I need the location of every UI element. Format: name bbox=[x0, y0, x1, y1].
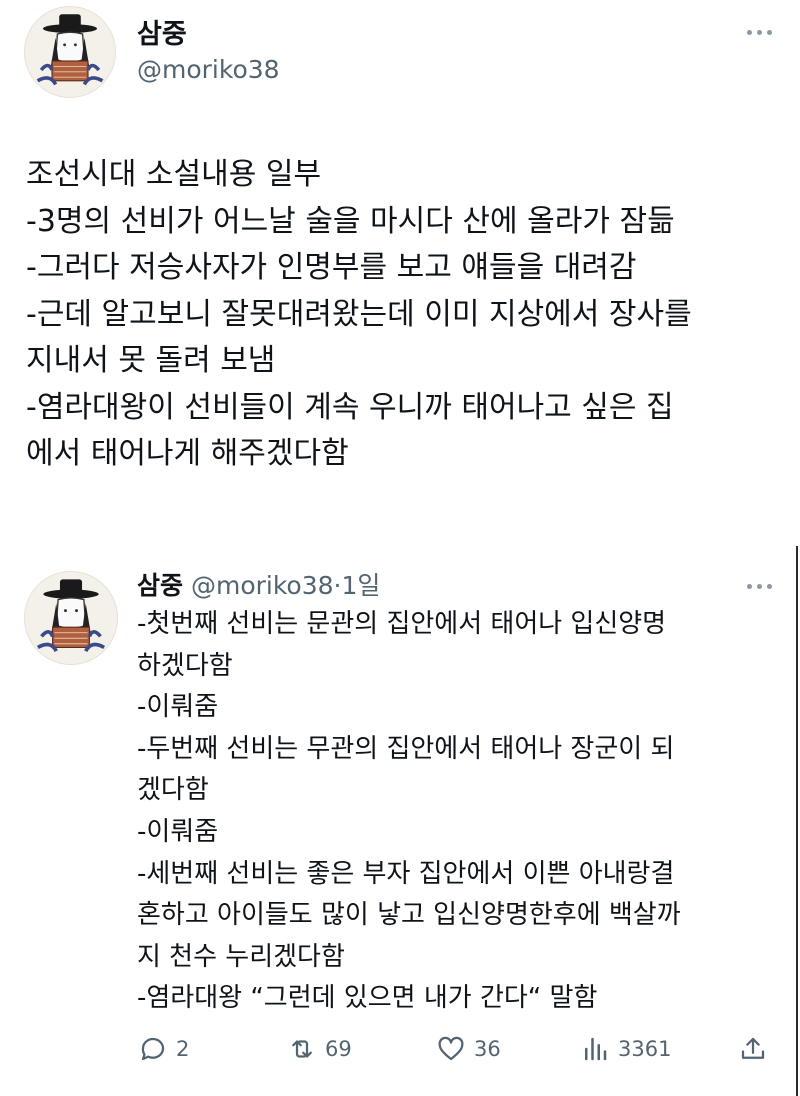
like-count: 36 bbox=[474, 1037, 501, 1061]
views-button[interactable]: 3361 bbox=[580, 1034, 671, 1064]
post-line: -염라대왕이 선비들이 계속 우니까 태어나고 싶은 집 bbox=[26, 389, 674, 425]
reply-icon bbox=[141, 1037, 165, 1061]
display-name[interactable]: 삼중 bbox=[137, 571, 183, 600]
share-button[interactable] bbox=[738, 1034, 768, 1064]
post-line: 하겠다함 bbox=[137, 650, 233, 681]
post-line: -첫번째 선비는 문관의 집안에서 태어나 입신양명 bbox=[137, 609, 667, 639]
post-line: -두번째 선비는 무관의 집안에서 태어나 장군이 되 bbox=[137, 733, 675, 764]
post-line: -이뤄줌 bbox=[137, 692, 219, 723]
like-icon bbox=[438, 1036, 464, 1061]
avatar-illustration bbox=[25, 572, 117, 664]
post-line: 조선시대 소설내용 일부 bbox=[26, 157, 322, 192]
views-count: 3361 bbox=[618, 1037, 672, 1061]
reply-button[interactable]: 2 bbox=[138, 1034, 189, 1064]
share-icon bbox=[741, 1037, 765, 1059]
more-icon[interactable] bbox=[747, 584, 772, 589]
post-header: 삼중 @moriko38·1일 bbox=[137, 566, 380, 602]
avatar[interactable] bbox=[24, 6, 116, 98]
avatar-illustration bbox=[25, 7, 115, 97]
edge-divider bbox=[796, 546, 798, 1096]
post-text: 조선시대 소설내용 일부 -3명의 선비가 어느날 술을 마시다 산에 올라가 … bbox=[26, 152, 786, 478]
like-button[interactable]: 36 bbox=[436, 1034, 501, 1064]
post-line: 지 천수 누리겠다함 bbox=[137, 941, 345, 972]
retweet-button[interactable]: 69 bbox=[287, 1034, 352, 1064]
post-line: -이뤄줌 bbox=[137, 816, 219, 847]
post-line: 에서 태어나게 해주겠다함 bbox=[26, 436, 349, 471]
reply-count: 2 bbox=[176, 1037, 190, 1061]
post-line: -근데 알고보니 잘못대려왔는데 이미 지상에서 장사를 bbox=[26, 296, 692, 332]
post-line: 지내서 못 돌려 보냄 bbox=[26, 343, 276, 378]
retweet-count: 69 bbox=[325, 1037, 352, 1061]
post-line: -3명의 선비가 어느날 술을 마시다 산에 올라가 잠듦 bbox=[26, 203, 675, 239]
views-icon bbox=[585, 1037, 607, 1061]
post-text: -첫번째 선비는 문관의 집안에서 태어나 입신양명 하겠다함 -이뤄줌 -두번… bbox=[137, 604, 777, 1020]
retweet-icon bbox=[292, 1040, 312, 1058]
post-line: 겠다함 bbox=[137, 775, 209, 806]
post-line: -세번째 선비는 좋은 부자 집안에서 이쁜 아내랑결 bbox=[137, 858, 675, 889]
post-line: 혼하고 아이들도 많이 낳고 입신양명한후에 백살까 bbox=[137, 900, 681, 931]
more-icon[interactable] bbox=[747, 30, 772, 35]
post-line: -그러다 저승사자가 인명부를 보고 얘들을 대려감 bbox=[26, 250, 637, 285]
user-handle[interactable]: @moriko38 bbox=[137, 55, 280, 84]
post-timestamp[interactable]: 1일 bbox=[342, 571, 381, 600]
avatar[interactable] bbox=[24, 571, 118, 665]
header-separator: · bbox=[333, 571, 342, 600]
user-handle[interactable]: @moriko38 bbox=[191, 571, 334, 600]
post-line: -염라대왕 “그런데 있으면 내가 간다“ 말함 bbox=[137, 983, 598, 1014]
display-name[interactable]: 삼중 bbox=[137, 12, 187, 51]
